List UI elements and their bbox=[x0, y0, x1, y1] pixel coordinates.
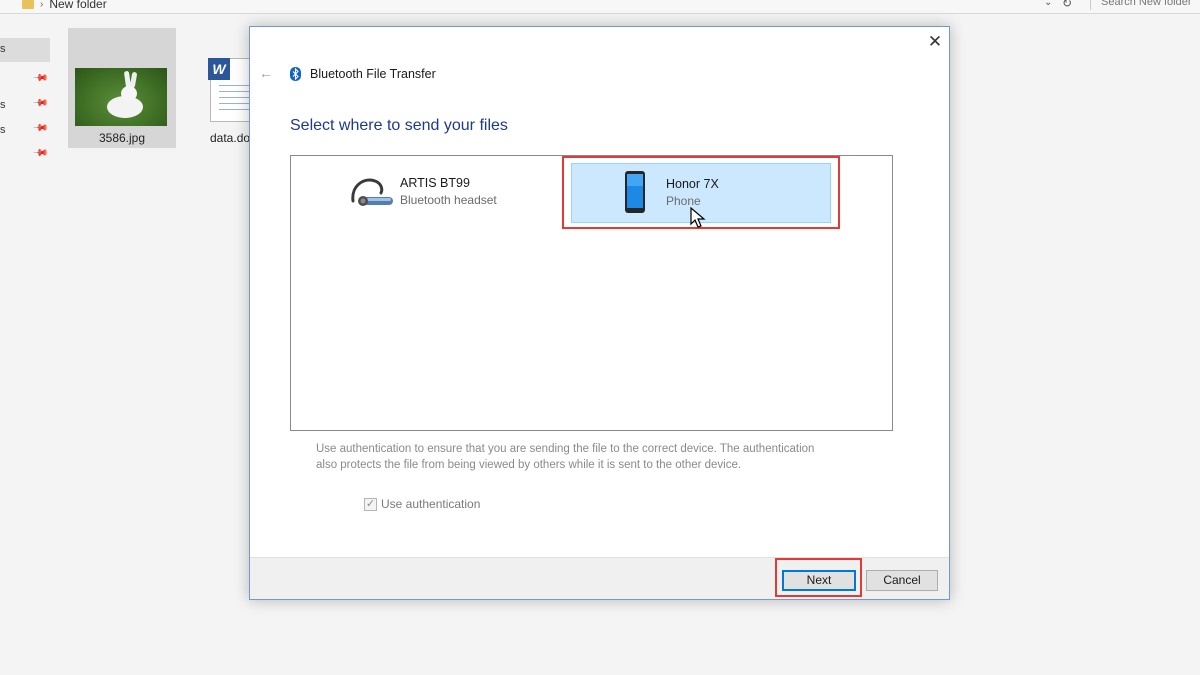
nav-item[interactable]: s bbox=[0, 38, 50, 62]
image-thumbnail bbox=[75, 68, 167, 126]
search-input[interactable]: Search New folder bbox=[1090, 0, 1200, 10]
word-document-icon: W bbox=[208, 58, 230, 80]
chevron-right-icon: › bbox=[40, 0, 44, 10]
file-item-data-docx[interactable]: W data.docx bbox=[186, 28, 256, 148]
navigation-pane: s 📌 s 📌 s 📌 📌 bbox=[0, 14, 58, 675]
pin-icon: 📌 bbox=[31, 70, 49, 87]
refresh-icon[interactable]: ↻ bbox=[1062, 0, 1072, 10]
breadcrumb[interactable]: › New folder bbox=[22, 0, 107, 11]
checkbox-checked-icon[interactable]: ✓ bbox=[364, 497, 377, 511]
nav-item-label: s bbox=[0, 43, 6, 55]
bluetooth-file-transfer-dialog: ✕ ← Bluetooth File Transfer Select where… bbox=[249, 26, 950, 600]
file-name: 3586.jpg bbox=[98, 131, 146, 145]
bluetooth-icon bbox=[290, 67, 301, 81]
authentication-description: Use authentication to ensure that you ar… bbox=[316, 443, 815, 471]
chevron-down-icon[interactable]: ⌄ bbox=[1044, 0, 1052, 8]
pin-icon: 📌 bbox=[31, 120, 49, 137]
nav-item-label: s bbox=[0, 99, 6, 111]
folder-icon bbox=[22, 0, 34, 9]
nav-item[interactable]: 📌 bbox=[0, 144, 50, 168]
device-name: ARTIS BT99 bbox=[400, 176, 470, 190]
back-arrow-icon[interactable]: ← bbox=[259, 65, 273, 81]
nav-item[interactable]: s 📌 bbox=[0, 119, 50, 143]
device-item-artis-bt99[interactable]: ARTIS BT99 Bluetooth headset bbox=[341, 163, 561, 223]
nav-item-label: s bbox=[0, 124, 6, 136]
cancel-button[interactable]: Cancel bbox=[866, 570, 938, 591]
checkbox-label: Use authentication bbox=[381, 497, 481, 511]
close-icon[interactable]: ✕ bbox=[924, 33, 946, 51]
use-authentication-checkbox[interactable]: ✓ Use authentication bbox=[364, 497, 480, 511]
pin-icon: 📌 bbox=[31, 145, 49, 162]
headset-icon bbox=[351, 178, 393, 206]
file-item-3586-jpg[interactable]: 3586.jpg bbox=[68, 28, 176, 148]
mouse-pointer-icon bbox=[690, 207, 706, 228]
highlight-box bbox=[775, 558, 862, 597]
explorer-address-bar: › New folder ⌄ ↻ Search New folder bbox=[0, 0, 1200, 14]
breadcrumb-folder-name[interactable]: New folder bbox=[49, 0, 106, 11]
nav-item[interactable]: 📌 bbox=[0, 69, 50, 93]
device-type: Bluetooth headset bbox=[400, 193, 497, 207]
pin-icon: 📌 bbox=[31, 95, 49, 112]
nav-item[interactable]: s 📌 bbox=[0, 94, 50, 118]
dialog-title: Bluetooth File Transfer bbox=[310, 67, 436, 81]
page-heading: Select where to send your files bbox=[290, 117, 508, 134]
